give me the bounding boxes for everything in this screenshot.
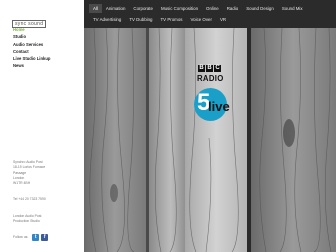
radio-5-live-logo: 5 live xyxy=(194,88,230,121)
nav-item-studio[interactable]: Studio xyxy=(13,33,50,40)
nav-item-contact[interactable]: Contact xyxy=(13,48,50,55)
bbc-letter-block: C xyxy=(214,65,221,72)
facebook-icon[interactable]: f xyxy=(41,233,49,241)
tag-tv-promos[interactable]: TV Promos xyxy=(157,15,187,24)
tag-animation[interactable]: Animation xyxy=(102,4,130,13)
tag-tv-dubbing[interactable]: TV Dubbing xyxy=(125,15,156,24)
social-links: Follow us: t f xyxy=(13,233,49,241)
nav-item-live-studio-linkup[interactable]: Live Studio Linkup xyxy=(13,55,50,62)
tag-vr[interactable]: VR xyxy=(216,15,230,24)
category-filter-menu: All Animation Corporate Music Compositio… xyxy=(84,0,336,28)
address-line: W1TR 4BH xyxy=(13,181,31,186)
company-address: Synchro Audio Post 18-19 Lorlos Furnace … xyxy=(13,160,45,186)
tag-voice-over[interactable]: Voice Over xyxy=(186,15,215,24)
tag-music-composition[interactable]: Music Composition xyxy=(157,4,202,13)
telephone[interactable]: Tel +44 20 7323 7590 xyxy=(13,197,46,201)
tag-all[interactable]: All xyxy=(89,4,102,13)
studio-description: London Audio Post Production Studio xyxy=(13,214,41,225)
tag-sound-mix[interactable]: Sound Mix xyxy=(278,4,307,13)
bbc-letter-block: B xyxy=(198,65,205,72)
tag-tv-advertising[interactable]: TV Advertising xyxy=(89,15,125,24)
tag-corporate[interactable]: Corporate xyxy=(129,4,157,13)
follow-label: Follow us: xyxy=(13,235,29,239)
live-wordmark: live xyxy=(208,99,230,114)
nav-item-news[interactable]: News xyxy=(13,62,50,69)
tag-radio[interactable]: Radio xyxy=(223,4,242,13)
twitter-icon[interactable]: t xyxy=(32,233,40,241)
category-row: All Animation Corporate Music Compositio… xyxy=(89,3,336,14)
wood-texture-background xyxy=(84,28,336,252)
studio-line: Production Studio xyxy=(13,219,40,224)
sidebar: sync sound Home Studio Audio Services Co… xyxy=(0,0,82,252)
nav-item-audio-services[interactable]: Audio Services xyxy=(13,41,50,48)
nav-item-home[interactable]: Home xyxy=(13,26,50,33)
hero-portfolio-image[interactable]: B B C RADIO 5 live xyxy=(84,28,336,252)
bbc-blocks-logo: B B C xyxy=(198,65,221,72)
bbc-letter-block: B xyxy=(206,65,213,72)
site-logo[interactable]: sync sound xyxy=(12,12,48,28)
address-line: 18-19 Lorlos Furnace xyxy=(13,165,46,170)
tag-online[interactable]: Online xyxy=(202,4,223,13)
radio-wordmark: RADIO xyxy=(197,74,224,83)
main-nav: Home Studio Audio Services Contact Live … xyxy=(13,26,50,70)
tag-sound-design[interactable]: Sound Design xyxy=(242,4,278,13)
category-row: TV Advertising TV Dubbing TV Promos Voic… xyxy=(89,14,336,25)
